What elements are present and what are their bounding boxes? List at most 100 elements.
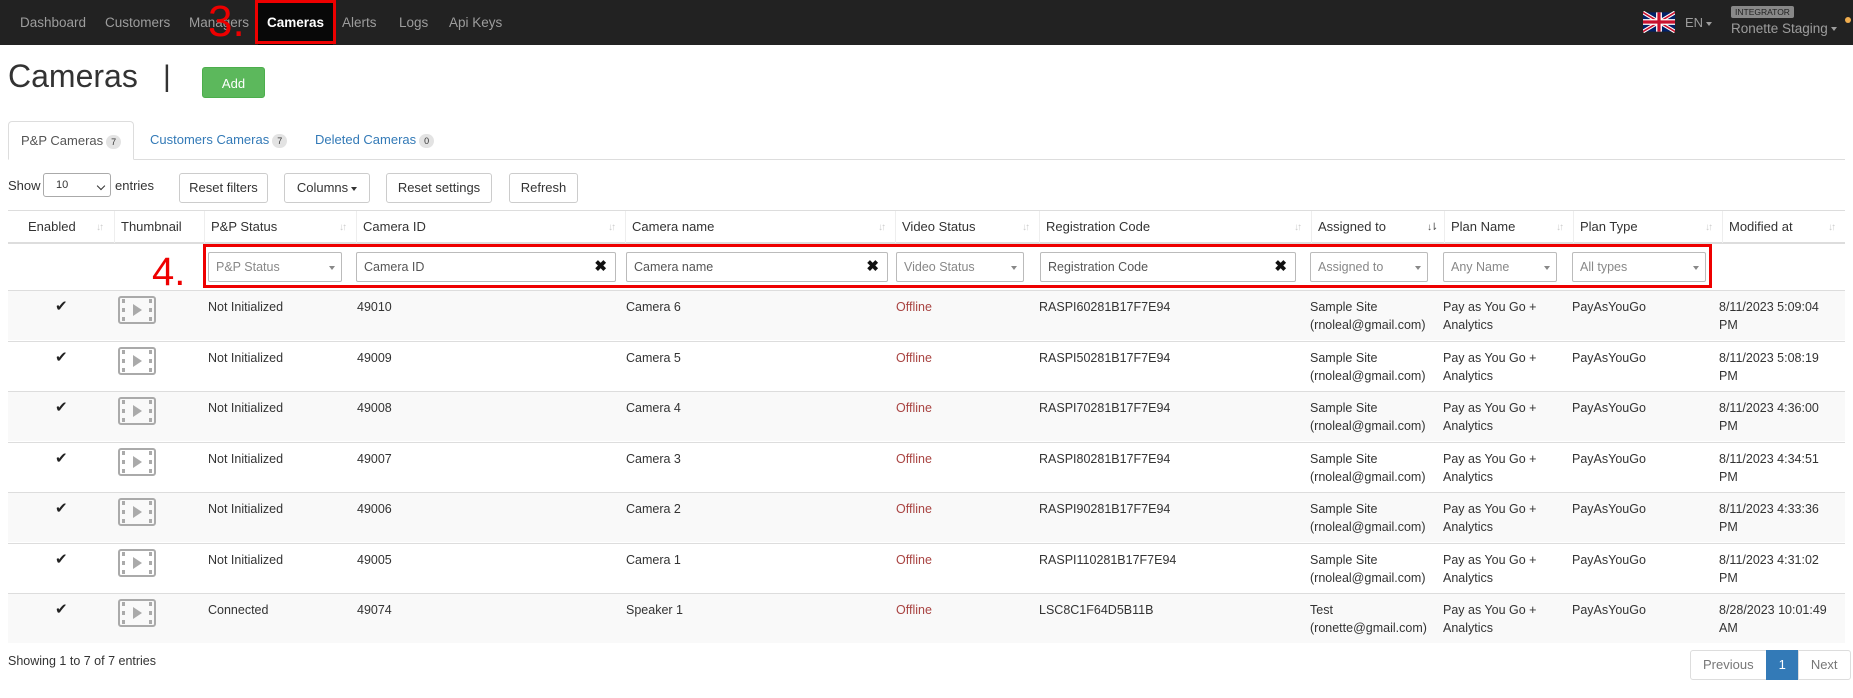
col-camera-name[interactable]: Camera name ↓↑	[625, 211, 895, 243]
reset-settings-button[interactable]: Reset settings	[386, 173, 492, 203]
col-modified-at[interactable]: Modified at ↓↑	[1722, 211, 1845, 243]
entries-label: entries	[115, 178, 155, 193]
annotation-number-3: 3.	[208, 0, 245, 46]
title-separator: |	[163, 60, 171, 93]
cell-type: PayAsYouGo	[1572, 350, 1646, 365]
cell-id: 49074	[357, 603, 392, 617]
cell-status: Not Initialized	[208, 350, 284, 365]
cell-assigned: Sample Site (rnoleal@gmail.com)	[1310, 450, 1426, 486]
cell-id: 49006	[357, 502, 392, 516]
checkmark-icon: ✔	[55, 550, 68, 568]
caret-down-icon	[1830, 27, 1837, 32]
cell-id: 49008	[357, 401, 392, 415]
cell-plan-line1: Pay as You Go +	[1443, 350, 1537, 365]
col-registration-code[interactable]: Registration Code ↓↑	[1039, 211, 1311, 243]
tab-count-badge: 0	[419, 133, 435, 148]
refresh-button[interactable]: Refresh	[509, 173, 578, 203]
table-row[interactable]: ✔ Not Initialized 49009 Camera 5 Offline RASP…	[8, 340, 1845, 391]
table-row[interactable]: ✔ Not Initialized 49010 Camera 6 Offline RASP…	[8, 290, 1845, 340]
cell-type: PayAsYouGo	[1572, 552, 1646, 567]
video-thumbnail-icon[interactable]	[118, 397, 156, 425]
video-thumbnail-icon[interactable]	[118, 548, 156, 577]
cell-reg: RASPI70281B17F7E94	[1039, 401, 1171, 415]
table-info: Showing 1 to 7 of 7 entries	[8, 654, 157, 668]
cell-assigned-line1: Sample Site	[1310, 350, 1378, 365]
cell-mod-line2: PM	[1719, 419, 1738, 433]
cell-plan-line1: Pay as You Go +	[1443, 502, 1537, 516]
sort-desc-icon: ↓⇂	[1427, 222, 1438, 233]
cell-plan-line2: Analytics	[1443, 318, 1494, 332]
nav-alerts[interactable]: Alerts	[342, 0, 377, 45]
table-row[interactable]: ✔ Not Initialized 49006 Camera 2 Offline RASP…	[8, 492, 1845, 542]
cell-mod-line1: 8/11/2023 4:31:02	[1719, 552, 1819, 567]
col-plan-name[interactable]: Plan Name ↓↑	[1444, 211, 1573, 243]
cell-plan-line1: Pay as You Go +	[1443, 300, 1537, 314]
col-camera-id[interactable]: Camera ID ↓↑	[356, 211, 625, 243]
table-row[interactable]: ✔ Not Initialized 49005 Camera 1 Offline RASP…	[8, 542, 1845, 593]
cell-video: Offline	[896, 451, 932, 466]
nav-customers[interactable]: Customers	[105, 0, 170, 45]
checkmark-icon: ✔	[55, 298, 68, 315]
sort-icon: ↓↑	[1556, 222, 1564, 233]
cell-assigned-line2: (rnoleal@gmail.com)	[1310, 469, 1426, 484]
cell-mod-line2: PM	[1719, 368, 1738, 383]
account-dropdown[interactable]: Ronette Staging	[1731, 21, 1837, 36]
col-pp-status[interactable]: P&P Status ↓↑	[204, 211, 356, 243]
next-page-button[interactable]: Next	[1797, 650, 1851, 680]
nav-api-keys[interactable]: Api Keys	[449, 0, 502, 45]
cell-reg: RASPI60281B17F7E94	[1039, 300, 1171, 314]
col-assigned-to[interactable]: Assigned to ↓⇂	[1311, 211, 1444, 243]
cell-reg: RASPI90281B17F7E94	[1039, 502, 1171, 516]
annotation-box-nav	[255, 0, 336, 44]
annotation-number-4: 4.	[152, 250, 186, 294]
page-size-select[interactable]: 10	[43, 173, 111, 197]
cell-mod-line2: PM	[1719, 570, 1738, 585]
checkmark-icon: ✔	[55, 348, 68, 366]
language-dropdown[interactable]: EN	[1685, 0, 1713, 45]
tab-pp-cameras[interactable]: P&P Cameras 7	[8, 121, 135, 160]
page-1-button[interactable]: 1	[1765, 650, 1799, 680]
video-thumbnail-icon[interactable]	[118, 498, 156, 526]
page-title: Cameras	[8, 58, 138, 94]
table-row[interactable]: ✔ Not Initialized 49007 Camera 3 Offline RASP…	[8, 441, 1845, 492]
cell-status: Not Initialized	[208, 502, 284, 516]
video-thumbnail-icon[interactable]	[118, 447, 156, 476]
show-label: Show	[8, 178, 41, 193]
video-thumbnail-icon[interactable]	[118, 599, 156, 627]
columns-button[interactable]: Columns	[284, 173, 370, 203]
uk-flag-icon[interactable]	[1643, 11, 1675, 33]
nav-logs[interactable]: Logs	[399, 0, 428, 45]
nav-dashboard[interactable]: Dashboard	[20, 0, 86, 45]
cell-plan-line2: Analytics	[1443, 520, 1494, 534]
col-enabled[interactable]: Enabled ↓↑	[8, 211, 114, 243]
tab-deleted-cameras[interactable]: Deleted Cameras 0	[303, 121, 446, 159]
add-button[interactable]: Add	[202, 67, 265, 98]
sort-icon: ↓↑	[339, 222, 347, 233]
cell-mod-line1: 8/11/2023 4:36:00	[1719, 401, 1819, 415]
cell-plan: Pay as You Go + Analytics	[1443, 500, 1536, 536]
tab-customers-cameras[interactable]: Customers Cameras 7	[138, 121, 299, 159]
cell-mod-line2: PM	[1719, 318, 1738, 332]
reset-filters-button[interactable]: Reset filters	[179, 173, 268, 203]
video-thumbnail-icon[interactable]	[118, 346, 156, 375]
cell-type: PayAsYouGo	[1572, 401, 1646, 415]
cell-name: Camera 2	[626, 502, 681, 516]
cell-assigned: Sample Site (rnoleal@gmail.com)	[1310, 551, 1426, 587]
cell-plan: Pay as You Go + Analytics	[1443, 349, 1536, 385]
cell-mod-line1: 8/11/2023 4:33:36	[1719, 502, 1819, 516]
col-plan-type[interactable]: Plan Type ↓↑	[1573, 211, 1722, 243]
cell-assigned-line1: Sample Site	[1310, 300, 1378, 314]
cell-assigned-line2: (rnoleal@gmail.com)	[1310, 520, 1426, 534]
col-video-status[interactable]: Video Status ↓↑	[895, 211, 1039, 243]
cell-mod-line1: 8/11/2023 5:09:04	[1719, 300, 1819, 314]
role-badge: INTEGRATOR	[1731, 6, 1794, 18]
previous-page-button[interactable]: Previous	[1690, 650, 1767, 680]
video-thumbnail-icon[interactable]	[118, 296, 156, 324]
sort-icon: ↓↑	[96, 222, 104, 233]
cell-mod-line2: PM	[1719, 520, 1738, 534]
cell-mod: 8/11/2023 4:36:00 PM	[1719, 399, 1819, 435]
cell-mod: 8/11/2023 5:09:04 PM	[1719, 298, 1819, 334]
col-thumbnail: Thumbnail	[114, 211, 204, 243]
table-row[interactable]: ✔ Connected 49074 Speaker 1 Offline LSC8C1F64…	[8, 593, 1845, 643]
table-row[interactable]: ✔ Not Initialized 49008 Camera 4 Offline RASP…	[8, 391, 1845, 441]
